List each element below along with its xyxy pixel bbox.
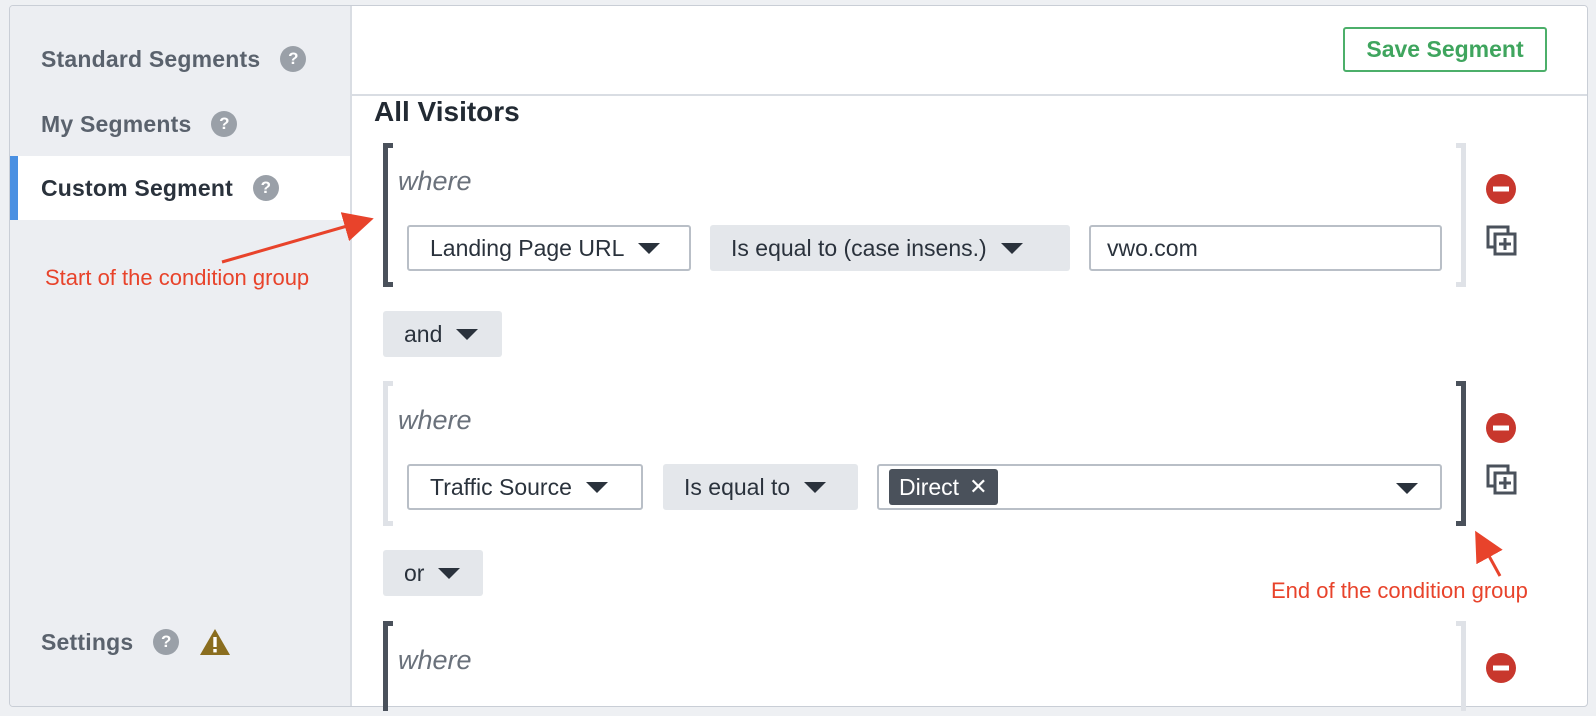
end-arrow [1475, 530, 1503, 577]
annotation-arrows [221, 212, 1503, 577]
start-arrow [221, 212, 374, 264]
